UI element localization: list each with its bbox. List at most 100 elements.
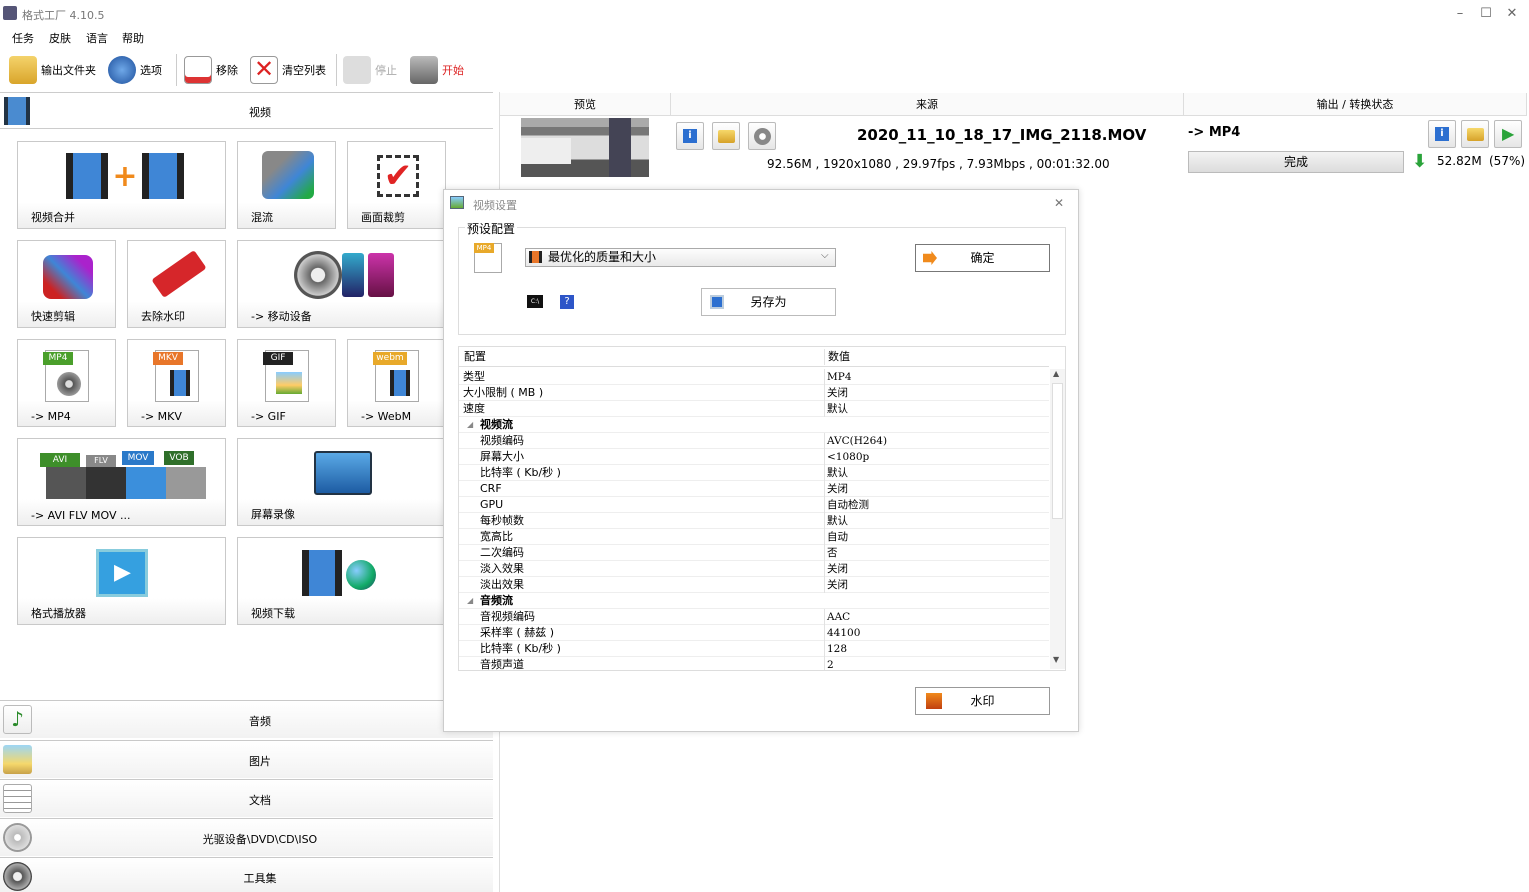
- card-quick-clip[interactable]: 快速剪辑: [17, 240, 116, 328]
- collapse-triangle-icon[interactable]: ◢: [467, 593, 473, 609]
- output-folder-button[interactable]: 输出文件夹: [9, 55, 96, 85]
- grid-value[interactable]: 自动: [827, 529, 848, 545]
- grid-row[interactable]: 采样率 ( 赫兹 ) 44100: [459, 625, 1049, 641]
- grid-row[interactable]: 速度 默认: [459, 401, 1049, 417]
- info-button[interactable]: i: [676, 122, 704, 150]
- card-label: -> 移动设备: [251, 310, 312, 323]
- close-button[interactable]: ✕: [1502, 4, 1522, 24]
- grid-row[interactable]: 类型 MP4: [459, 369, 1049, 385]
- grid-row[interactable]: 比特率 ( Kb/秒 ) 默认: [459, 465, 1049, 481]
- card-crop[interactable]: ✔ 画面裁剪: [347, 141, 446, 229]
- card-video-merge[interactable]: + 视频合并: [17, 141, 226, 229]
- scroll-down-icon[interactable]: ▼: [1053, 655, 1059, 664]
- grid-row[interactable]: CRF 关闭: [459, 481, 1049, 497]
- grid-group-row[interactable]: ◢ 音频流: [459, 593, 1049, 609]
- card-to-mkv[interactable]: MKV -> MKV: [127, 339, 226, 427]
- card-to-mp4[interactable]: MP4 -> MP4: [17, 339, 116, 427]
- options-button[interactable]: 选项: [108, 55, 162, 85]
- grid-key: 采样率 ( 赫兹 ): [480, 626, 555, 639]
- column-header-preview[interactable]: 预览: [500, 93, 671, 116]
- grid-group-row[interactable]: ◢ 视频流: [459, 417, 1049, 433]
- save-as-button[interactable]: 另存为: [701, 288, 836, 316]
- grid-row[interactable]: 淡入效果 关闭: [459, 561, 1049, 577]
- grid-value[interactable]: 默认: [827, 513, 848, 529]
- grid-value[interactable]: 关闭: [827, 385, 848, 401]
- maximize-button[interactable]: ☐: [1476, 4, 1496, 24]
- grid-row[interactable]: 音频声道 2: [459, 657, 1049, 670]
- category-tools[interactable]: 工具集: [0, 857, 493, 892]
- grid-row[interactable]: 二次编码 否: [459, 545, 1049, 561]
- category-optical-drive[interactable]: 光驱设备\DVD\CD\ISO: [0, 818, 493, 856]
- card-screen-record[interactable]: 屏幕录像: [237, 438, 446, 526]
- menu-skin[interactable]: 皮肤: [49, 30, 71, 46]
- grid-row[interactable]: GPU 自动检测: [459, 497, 1049, 513]
- grid-value[interactable]: 44100: [827, 625, 860, 641]
- card-player[interactable]: ▶ 格式播放器: [17, 537, 226, 625]
- property-grid[interactable]: 配置 数值 类型 MP4 大小限制 ( MB ) 关闭 速度 默认 ◢ 视频流 视频编码 AVC(…: [458, 346, 1066, 671]
- grid-row[interactable]: 大小限制 ( MB ) 关闭: [459, 385, 1049, 401]
- card-mux[interactable]: 混流: [237, 141, 336, 229]
- grid-row[interactable]: 音视频编码 AAC: [459, 609, 1049, 625]
- cmd-icon[interactable]: C:\: [527, 295, 543, 308]
- grid-row[interactable]: 淡出效果 关闭: [459, 577, 1049, 593]
- open-output-folder-button[interactable]: [1461, 120, 1489, 148]
- grid-value[interactable]: MP4: [827, 369, 852, 385]
- menu-language[interactable]: 语言: [86, 30, 108, 46]
- category-image[interactable]: 图片: [0, 740, 493, 778]
- grid-value[interactable]: 默认: [827, 401, 848, 417]
- menu-task[interactable]: 任务: [12, 30, 34, 46]
- grid-row[interactable]: 视频编码 AVC(H264): [459, 433, 1049, 449]
- preset-select[interactable]: 最优化的质量和大小: [525, 248, 836, 267]
- start-button[interactable]: 开始: [410, 55, 464, 85]
- output-info-button[interactable]: i: [1428, 120, 1456, 148]
- stop-icon: [343, 56, 371, 84]
- column-header-source[interactable]: 来源: [671, 93, 1184, 116]
- card-video-download[interactable]: 视频下载: [237, 537, 446, 625]
- grid-row[interactable]: 每秒帧数 默认: [459, 513, 1049, 529]
- category-audio[interactable]: ♪ 音频: [0, 700, 493, 738]
- grid-value[interactable]: AAC: [827, 609, 850, 625]
- settings-button[interactable]: [748, 122, 776, 150]
- grid-value[interactable]: 默认: [827, 465, 848, 481]
- dialog-close-button[interactable]: ✕: [1054, 196, 1064, 210]
- card-mobile-device[interactable]: -> 移动设备: [237, 240, 446, 328]
- minimize-button[interactable]: –: [1450, 4, 1470, 24]
- grid-value[interactable]: 关闭: [827, 561, 848, 577]
- grid-value[interactable]: AVC(H264): [827, 433, 887, 449]
- category-document[interactable]: 文档: [0, 779, 493, 817]
- column-header-output[interactable]: 输出 / 转换状态: [1184, 93, 1527, 116]
- grid-value[interactable]: <1080p: [827, 449, 869, 465]
- ok-button[interactable]: 确定: [915, 244, 1050, 272]
- grid-value[interactable]: 自动检测: [827, 497, 869, 513]
- card-to-gif[interactable]: GIF -> GIF: [237, 339, 336, 427]
- card-label: 去除水印: [141, 310, 185, 323]
- card-to-other-formats[interactable]: AVI FLV MOV VOB -> AVI FLV MOV ...: [17, 438, 226, 526]
- open-source-folder-button[interactable]: [712, 122, 740, 150]
- card-remove-watermark[interactable]: 去除水印: [127, 240, 226, 328]
- gif-badge: GIF: [263, 352, 293, 365]
- remove-button[interactable]: 移除: [184, 55, 238, 85]
- category-video-header[interactable]: 视频: [0, 92, 493, 129]
- grid-value[interactable]: 2: [827, 657, 834, 670]
- grid-row[interactable]: 宽高比 自动: [459, 529, 1049, 545]
- grid-value[interactable]: 关闭: [827, 577, 848, 593]
- stop-button[interactable]: 停止: [343, 55, 397, 85]
- grid-row[interactable]: 屏幕大小 <1080p: [459, 449, 1049, 465]
- clear-list-button[interactable]: ✕ 清空列表: [250, 55, 326, 85]
- grid-value[interactable]: 关闭: [827, 481, 848, 497]
- grid-row[interactable]: 比特率 ( Kb/秒 ) 128: [459, 641, 1049, 657]
- scrollbar-thumb[interactable]: [1052, 383, 1063, 519]
- grid-value[interactable]: 128: [827, 641, 847, 657]
- grid-scrollbar[interactable]: ▲ ▼: [1050, 369, 1065, 669]
- tablet-icon: [368, 253, 394, 297]
- menu-help[interactable]: 帮助: [122, 30, 144, 46]
- video-thumbnail[interactable]: [521, 118, 649, 177]
- scroll-up-icon[interactable]: ▲: [1053, 369, 1059, 378]
- help-icon[interactable]: ?: [560, 295, 574, 309]
- card-to-webm[interactable]: webm -> WebM: [347, 339, 446, 427]
- play-output-button[interactable]: ▶: [1494, 120, 1522, 148]
- collapse-triangle-icon[interactable]: ◢: [467, 417, 473, 433]
- watermark-button[interactable]: 水印: [915, 687, 1050, 715]
- grid-value[interactable]: 否: [827, 545, 838, 561]
- chevron-down-icon[interactable]: ⌵: [821, 250, 829, 261]
